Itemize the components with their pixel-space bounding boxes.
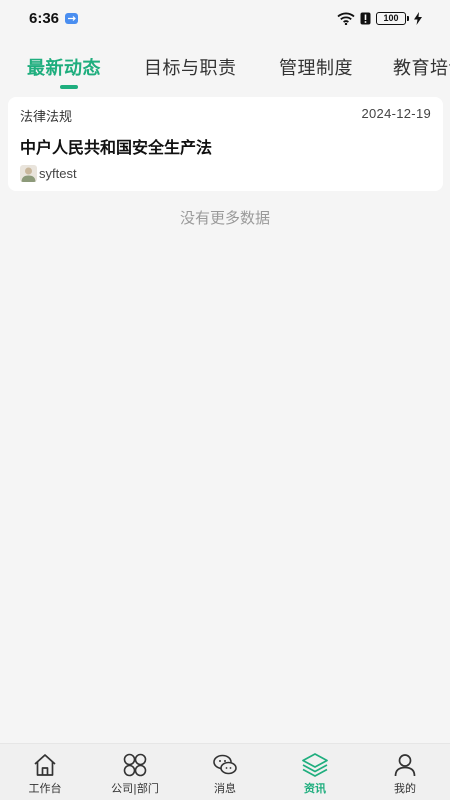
- nav-label-messages: 消息: [214, 782, 236, 795]
- news-date: 2024-12-19: [361, 106, 431, 121]
- tab-goals-duties[interactable]: 目标与职责: [144, 54, 237, 80]
- layers-icon: [302, 753, 328, 777]
- nav-label-company-dept: 公司|部门: [111, 782, 159, 795]
- tab-management-rules[interactable]: 管理制度: [279, 54, 353, 80]
- news-author: syftest: [39, 166, 77, 181]
- charging-icon: [414, 11, 422, 25]
- bottom-nav: 工作台 公司|部门 消息 资讯 我的: [0, 743, 450, 800]
- tab-education[interactable]: 教育培训: [393, 54, 450, 80]
- grid-icon: [123, 753, 147, 777]
- tab-latest[interactable]: 最新动态: [27, 54, 101, 80]
- home-icon: [34, 754, 56, 776]
- nav-item-mine[interactable]: 我的: [360, 744, 450, 800]
- nav-item-company-dept[interactable]: 公司|部门: [90, 744, 180, 800]
- news-card[interactable]: 法律法规 2024-12-19 中户人民共和国安全生产法 syftest: [8, 97, 443, 191]
- active-tab-indicator: [60, 85, 78, 89]
- no-more-data-text: 没有更多数据: [179, 209, 270, 227]
- nav-label-workbench: 工作台: [28, 782, 62, 795]
- nav-label-news: 资讯: [304, 782, 326, 795]
- battery-indicator: 100: [376, 11, 409, 25]
- user-icon: [394, 754, 416, 777]
- status-right: 100: [337, 11, 422, 25]
- usb-icon: [65, 12, 79, 24]
- nav-item-messages[interactable]: 消息: [180, 744, 270, 800]
- news-title: 中户人民共和国安全生产法: [20, 138, 213, 157]
- nav-item-news[interactable]: 资讯: [270, 744, 360, 800]
- status-left: 6:36: [29, 9, 79, 27]
- wifi-icon: [337, 12, 355, 25]
- status-bar: 6:36 100: [0, 0, 450, 36]
- news-author-row: syftest: [20, 165, 77, 182]
- category-tabs: 最新动态 目标与职责 管理制度 教育培训: [0, 44, 450, 94]
- avatar: [20, 165, 37, 182]
- news-category: 法律法规: [20, 110, 73, 125]
- status-time: 6:36: [29, 9, 60, 27]
- nav-item-workbench[interactable]: 工作台: [0, 744, 90, 800]
- alert-icon: [360, 12, 371, 24]
- nav-label-mine: 我的: [394, 782, 416, 795]
- chat-icon: [213, 754, 237, 775]
